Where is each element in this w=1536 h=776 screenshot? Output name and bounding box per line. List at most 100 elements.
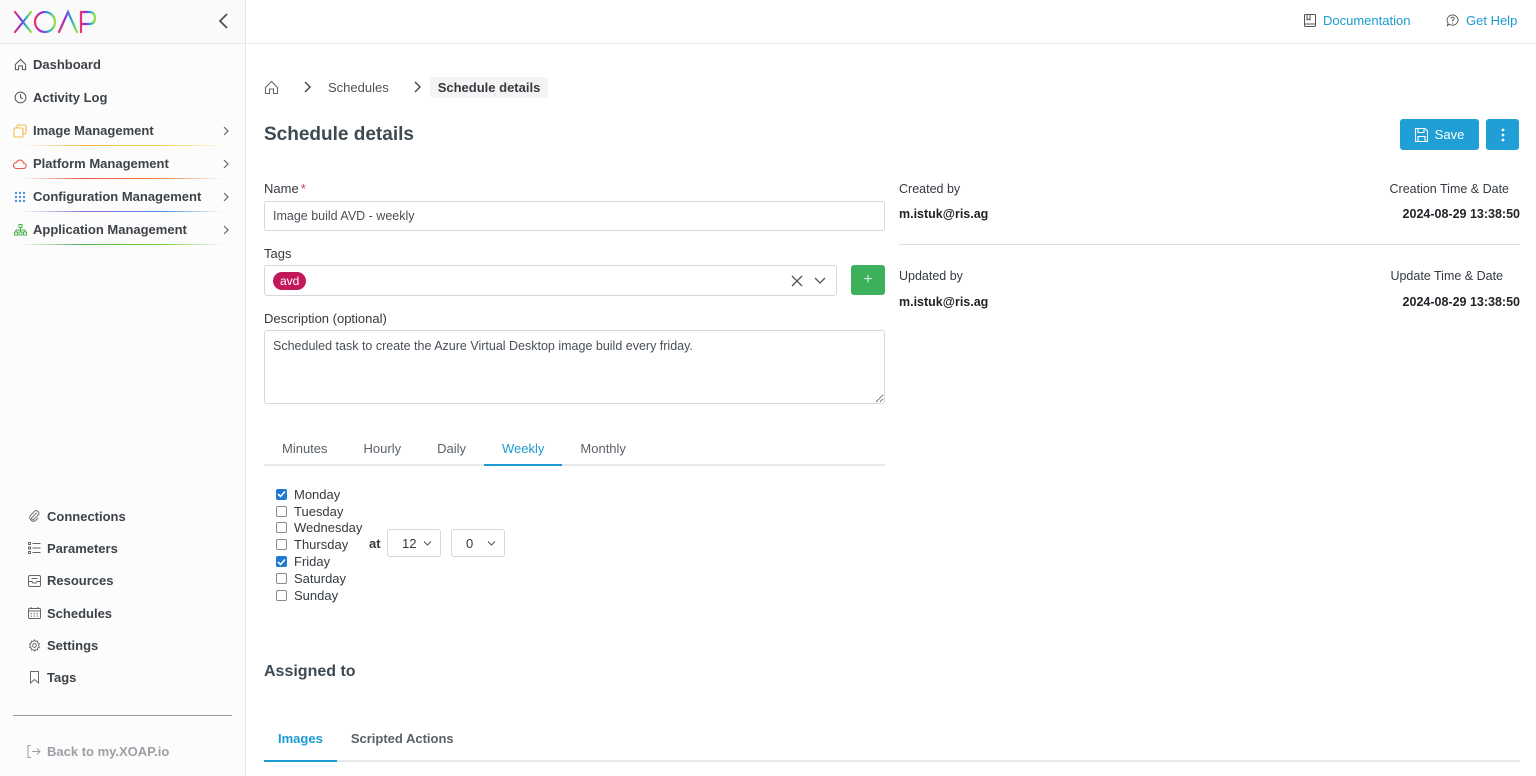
tab-monthly[interactable]: Monthly	[562, 436, 644, 464]
day-thursday[interactable]: Thursday	[276, 536, 362, 553]
sidebar-item-label: Parameters	[47, 540, 118, 556]
plus-icon: +	[863, 271, 873, 288]
sidebar-item-dashboard[interactable]: Dashboard	[0, 48, 246, 81]
home-icon[interactable]	[264, 80, 279, 95]
sidebar-item-label: Platform Management	[33, 156, 169, 171]
sidebar-item-configuration-management[interactable]: Configuration Management	[0, 180, 246, 213]
bookmark-icon	[27, 671, 41, 685]
kebab-menu-icon	[1501, 128, 1504, 141]
created-by-label: Created by	[899, 182, 961, 196]
checkbox[interactable]	[276, 589, 287, 601]
chevron-right-icon	[304, 81, 311, 93]
collapse-sidebar-button[interactable]	[216, 12, 232, 30]
tags-label: Tags	[264, 246, 292, 261]
update-time-label: Update Time & Date	[1390, 269, 1503, 283]
sidebar-item-settings[interactable]: Settings	[0, 629, 246, 661]
sidebar-divider	[13, 715, 232, 716]
documentation-link[interactable]: Documentation	[1304, 13, 1410, 28]
page-title: Schedule details	[264, 124, 414, 145]
name-input[interactable]	[264, 201, 885, 231]
tags-select[interactable]: avd	[264, 265, 837, 296]
hour-select[interactable]: 12	[387, 529, 441, 557]
xoap-logo[interactable]	[13, 8, 97, 36]
sidebar-item-platform-management[interactable]: Platform Management	[0, 147, 246, 180]
at-label: at	[369, 536, 381, 551]
tag-chip[interactable]: avd	[273, 272, 307, 290]
creation-time-label: Creation Time & Date	[1389, 182, 1510, 196]
back-to-portal-link[interactable]: Back to my.XOAP.io	[27, 744, 169, 759]
created-by-value: m.istuk@ris.ag	[899, 207, 989, 221]
tab-weekly[interactable]: Weekly	[484, 436, 563, 466]
images-icon	[13, 123, 27, 138]
sidebar-item-image-management[interactable]: Image Management	[0, 114, 246, 147]
list-icon	[27, 541, 41, 555]
tab-daily[interactable]: Daily	[419, 436, 484, 464]
description-textarea[interactable]: Scheduled task to create the Azure Virtu…	[264, 330, 885, 404]
sidebar-item-label: Activity Log	[33, 90, 108, 105]
creation-time-value: 2024-08-29 13:38:50	[1402, 207, 1520, 221]
day-wednesday[interactable]: Wednesday	[276, 520, 362, 537]
day-tuesday[interactable]: Tuesday	[276, 503, 362, 520]
sidebar-item-parameters[interactable]: Parameters	[0, 532, 246, 564]
chevron-down-icon	[487, 541, 496, 546]
sidebar-item-label: Image Management	[33, 123, 154, 138]
sidebar-item-schedules[interactable]: Schedules	[0, 597, 246, 629]
sidebar-item-application-management[interactable]: Application Management	[0, 213, 246, 246]
chevron-right-icon	[223, 126, 229, 136]
sidebar-item-tags[interactable]: Tags	[0, 661, 246, 693]
sidebar-item-label: Schedules	[47, 605, 113, 621]
sign-out-icon	[27, 745, 41, 758]
description-label: Description (optional)	[264, 311, 387, 326]
calendar-icon	[27, 606, 41, 620]
checkbox[interactable]	[276, 505, 287, 517]
accent-line	[22, 145, 224, 146]
breadcrumb-schedules[interactable]: Schedules	[328, 80, 389, 95]
chevron-down-icon[interactable]	[813, 275, 827, 287]
tab-hourly[interactable]: Hourly	[346, 436, 420, 464]
day-saturday[interactable]: Saturday	[276, 570, 362, 587]
day-friday[interactable]: Friday	[276, 553, 362, 570]
chevron-right-icon	[223, 225, 229, 235]
tab-images[interactable]: Images	[264, 726, 337, 762]
checkbox[interactable]	[276, 539, 287, 551]
documentation-label: Documentation	[1323, 13, 1411, 28]
clear-icon[interactable]	[790, 274, 804, 288]
inbox-icon	[27, 574, 41, 588]
more-options-button[interactable]	[1486, 119, 1519, 150]
sidebar-header	[0, 0, 245, 44]
sidebar-item-connections[interactable]: Connections	[0, 500, 246, 532]
breadcrumb-current: Schedule details	[429, 76, 549, 98]
minute-select[interactable]: 0	[451, 529, 505, 557]
home-icon	[13, 58, 27, 72]
add-tag-button[interactable]: +	[851, 265, 885, 295]
breadcrumb: Schedules Schedule details	[264, 76, 549, 98]
get-help-label: Get Help	[1466, 13, 1518, 28]
day-sunday[interactable]: Sunday	[276, 587, 362, 604]
assigned-to-title: Assigned to	[264, 663, 356, 680]
sidebar-item-label: Tags	[47, 670, 77, 686]
checkbox[interactable]	[276, 488, 287, 500]
secondary-nav: Connections Parameters Resources Schedul…	[0, 500, 246, 694]
checkbox[interactable]	[276, 572, 287, 584]
sidebar-item-activity-log[interactable]: Activity Log	[0, 81, 246, 114]
tab-scripted-actions[interactable]: Scripted Actions	[337, 726, 468, 760]
name-label: Name *	[264, 181, 306, 196]
day-monday[interactable]: Monday	[276, 486, 362, 503]
frequency-tabs: Minutes Hourly Daily Weekly Monthly	[264, 436, 885, 466]
chevron-right-icon	[223, 192, 229, 202]
save-button[interactable]: Save	[1400, 119, 1479, 150]
updated-by-value: m.istuk@ris.ag	[899, 295, 989, 309]
sitemap-icon	[13, 223, 27, 237]
tab-minutes[interactable]: Minutes	[264, 436, 346, 464]
sidebar-item-resources[interactable]: Resources	[0, 565, 246, 597]
minute-value: 0	[466, 535, 474, 551]
primary-nav: Dashboard Activity Log Image Management …	[0, 48, 246, 246]
meta-divider	[899, 244, 1520, 245]
get-help-link[interactable]: Get Help	[1446, 13, 1517, 28]
sidebar-item-label: Connections	[47, 508, 126, 524]
checkbox[interactable]	[276, 556, 287, 568]
save-label: Save	[1434, 127, 1465, 142]
sidebar-item-label: Settings	[47, 637, 99, 653]
checkbox[interactable]	[276, 522, 287, 534]
paperclip-icon	[27, 509, 41, 523]
